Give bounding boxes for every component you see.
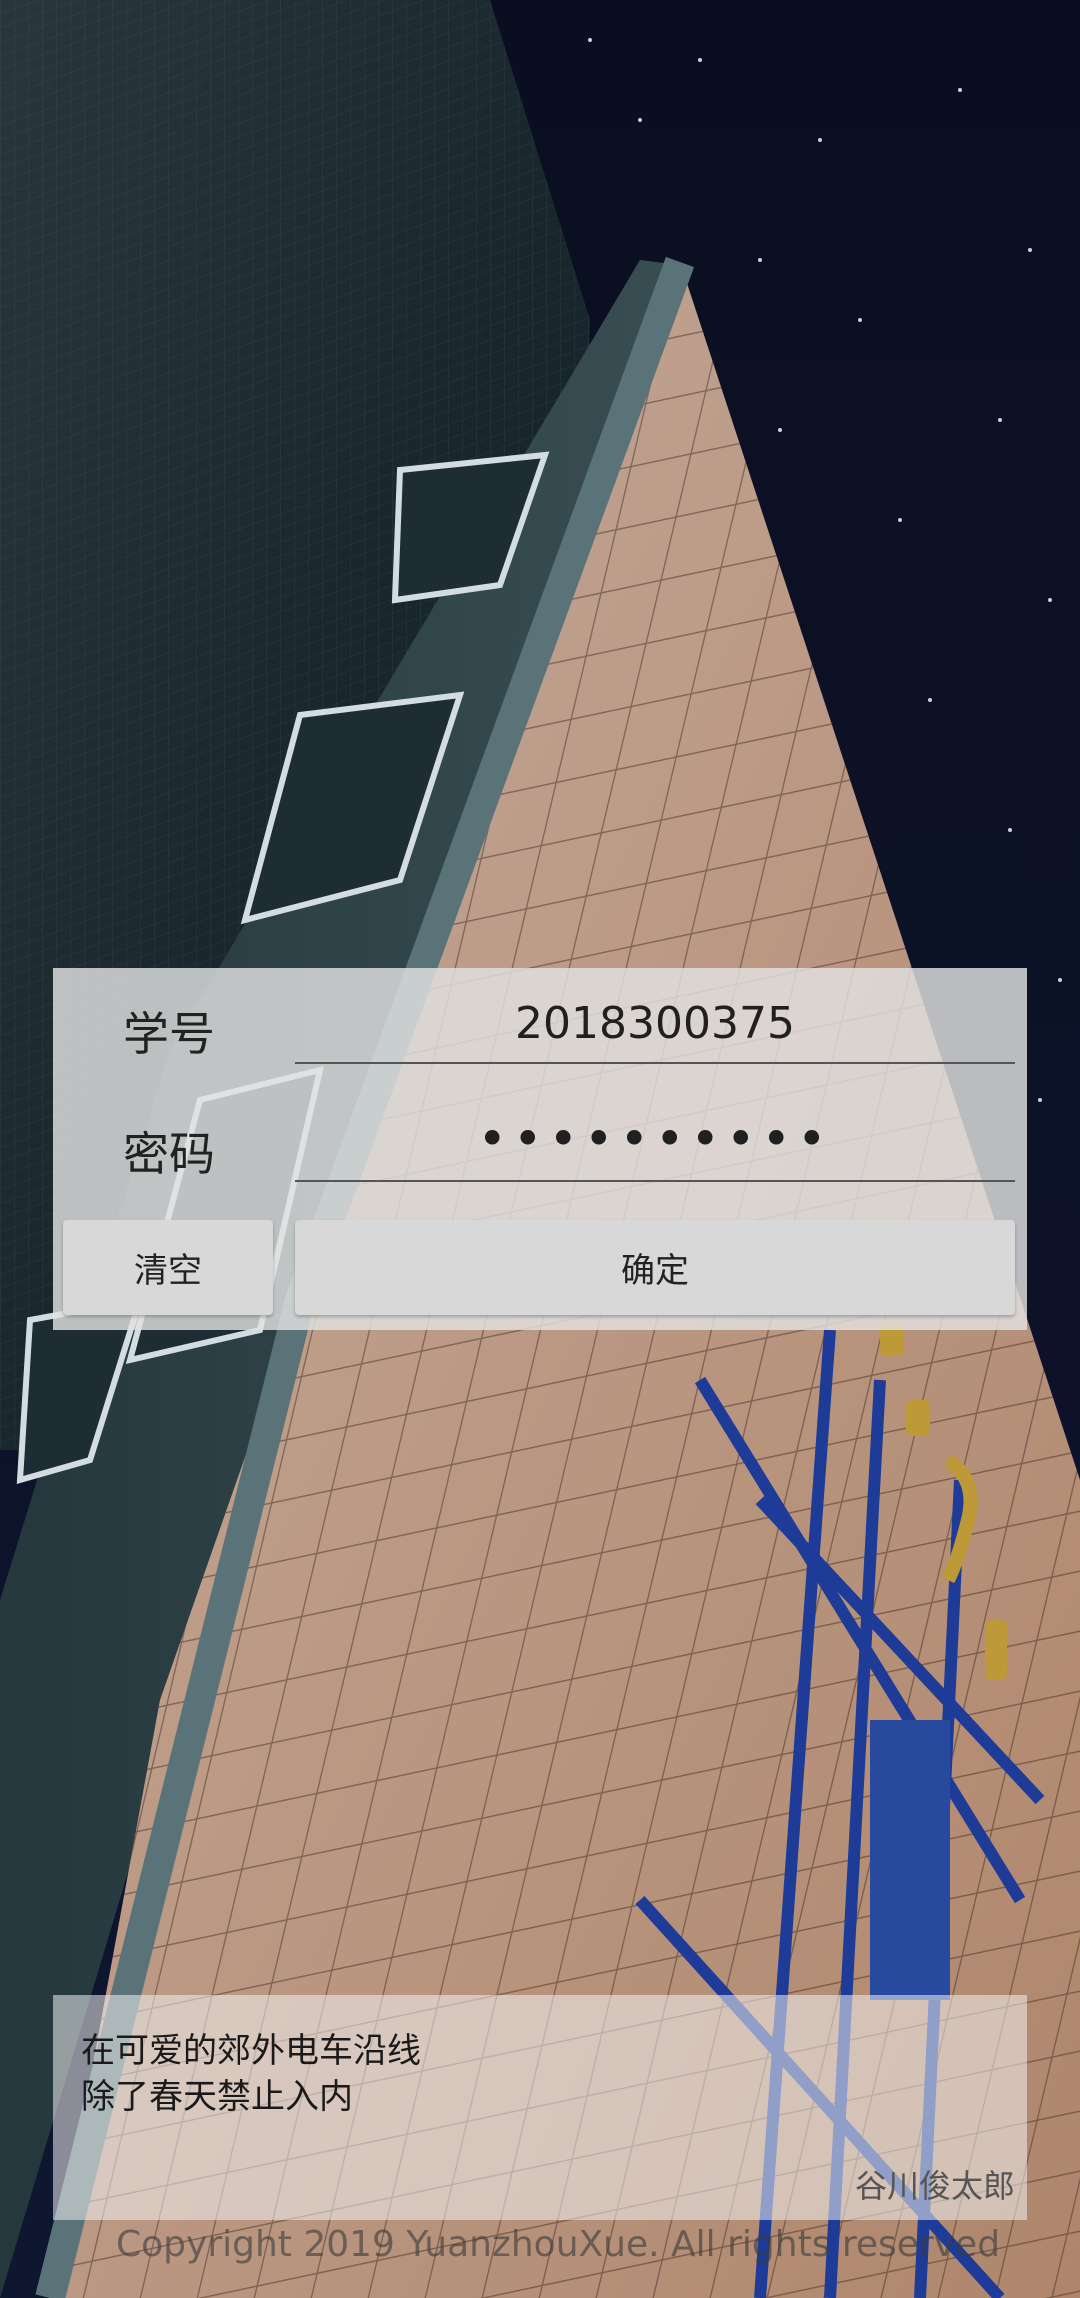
password-input[interactable]: ••••••••••	[295, 1110, 1015, 1168]
password-label: 密码	[123, 1127, 215, 1181]
clear-button[interactable]: 清空	[63, 1220, 273, 1315]
quote-author: 谷川俊太郎	[854, 2167, 1015, 2205]
password-underline	[295, 1180, 1015, 1182]
student-id-label: 学号	[123, 1007, 215, 1061]
login-form: 学号 2018300375 密码 •••••••••• 清空 确定	[53, 968, 1027, 1330]
confirm-button[interactable]: 确定	[295, 1220, 1015, 1315]
quote-card: 在可爱的郊外电车沿线 除了春天禁止入内 谷川俊太郎	[53, 1995, 1027, 2220]
login-screen: 学号 2018300375 密码 •••••••••• 清空 确定 在可爱的郊外…	[0, 0, 1080, 2298]
student-id-underline	[295, 1062, 1015, 1064]
quote-line: 在可爱的郊外电车沿线	[81, 2031, 421, 2071]
copyright-text: Copyright 2019 YuanzhouXue. All rights r…	[116, 2224, 1001, 2265]
student-id-input[interactable]: 2018300375	[295, 998, 1015, 1049]
quote-line: 除了春天禁止入内	[81, 2077, 353, 2117]
confirm-button-label: 确定	[621, 1251, 689, 1291]
clear-button-label: 清空	[134, 1251, 202, 1291]
